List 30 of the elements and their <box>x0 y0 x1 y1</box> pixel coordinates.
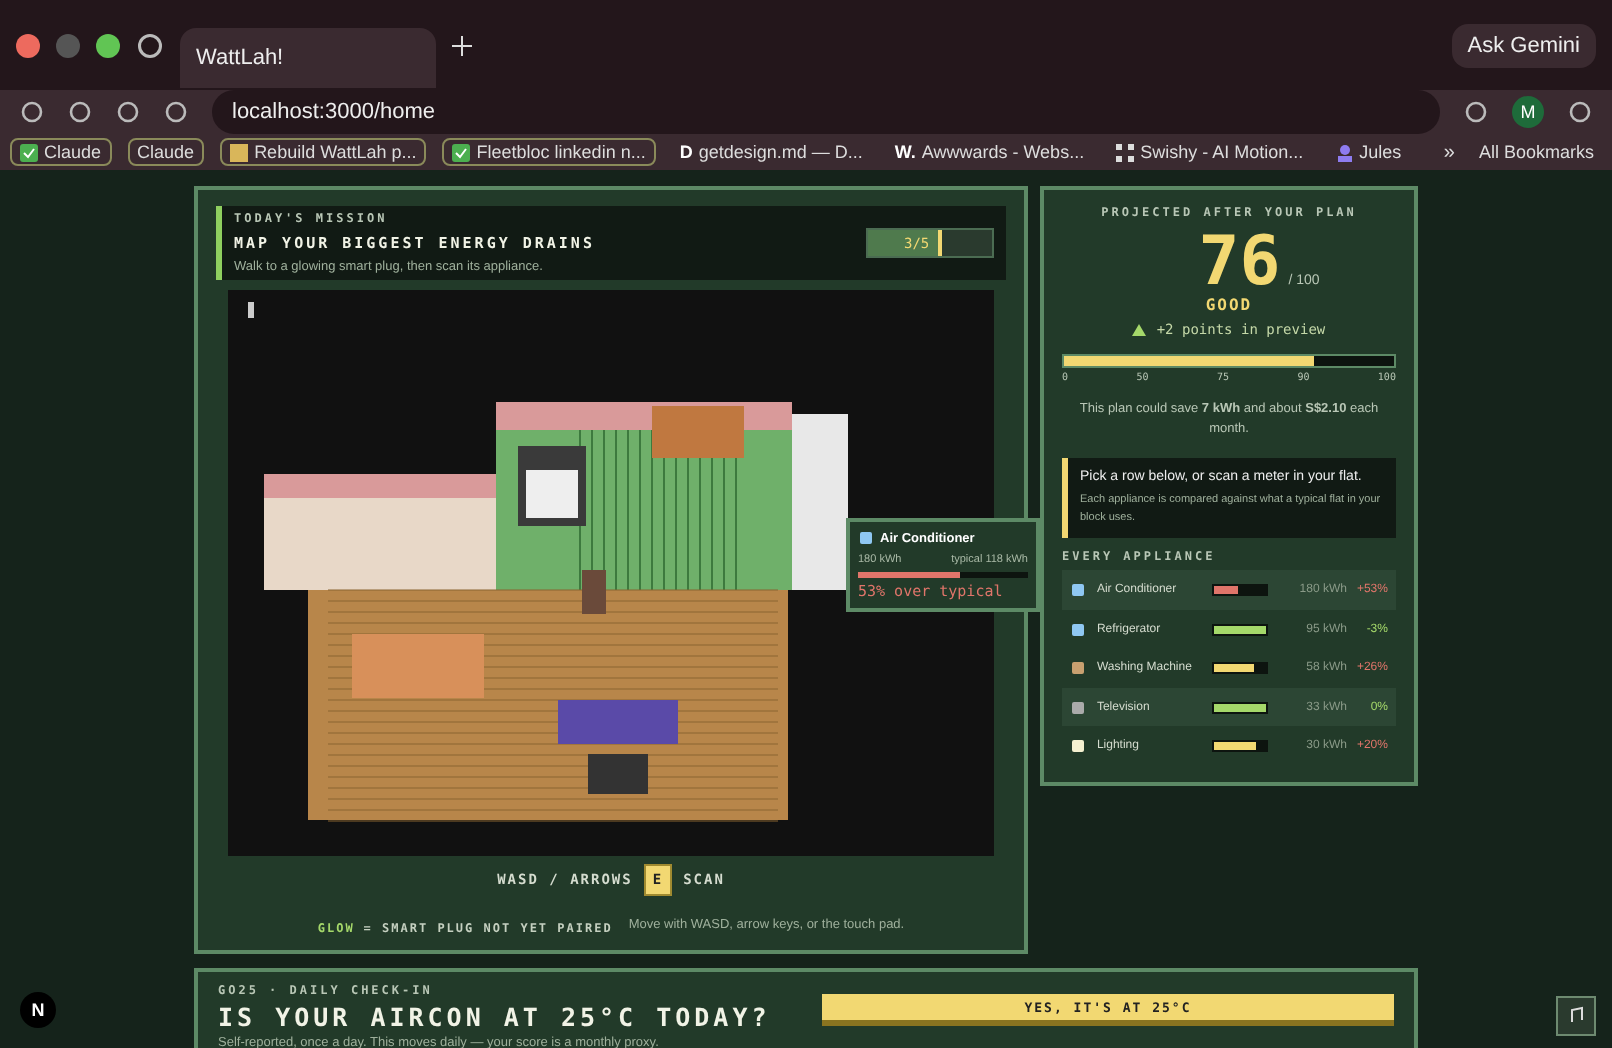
profile-avatar[interactable]: M <box>1512 96 1544 128</box>
address-field[interactable]: localhost:3000/home <box>212 90 1440 134</box>
bookmark-link[interactable]: D getdesign.md — D... <box>671 140 871 164</box>
more-bookmarks-button[interactable]: » <box>1443 141 1455 163</box>
grid-icon <box>1116 143 1135 161</box>
checkbox-icon <box>452 143 471 161</box>
dev-badge[interactable]: N <box>20 992 56 1028</box>
score-value: 76 <box>1198 228 1281 296</box>
person-icon <box>1335 143 1354 161</box>
bookmark-link[interactable]: Swishy - AI Motion... <box>1108 140 1312 164</box>
checkin-question: IS YOUR AIRCON AT 25°C TODAY? <box>218 1002 771 1032</box>
gemini-button[interactable]: Ask Gemini <box>1451 23 1596 67</box>
music-icon[interactable] <box>1556 996 1596 1036</box>
up-triangle-icon <box>1132 324 1147 336</box>
document-icon <box>230 143 249 161</box>
bookmark-link[interactable]: Rebuild WattLah p... <box>220 138 427 166</box>
bookmark-link[interactable]: Claude <box>127 138 205 166</box>
score-grade: GOOD <box>1205 296 1253 314</box>
bookmark-link[interactable]: W. Awwwards - Webs... <box>886 140 1093 164</box>
browser-tab[interactable]: WattLah! <box>180 27 436 87</box>
close-window-icon[interactable] <box>16 33 40 57</box>
maximize-window-icon[interactable] <box>96 33 120 57</box>
letter-icon: W. <box>894 142 916 162</box>
letter-icon: D <box>679 142 693 162</box>
checkbox-icon <box>20 143 38 161</box>
all-bookmarks-link[interactable]: All Bookmarks <box>1470 140 1602 164</box>
bookmark-link[interactable]: Claude <box>10 138 112 166</box>
bookmark-link[interactable]: Fleetbloc linkedin n... <box>442 138 656 166</box>
new-tab-icon[interactable] <box>452 35 472 55</box>
bookmark-link[interactable]: Jules <box>1327 140 1410 164</box>
